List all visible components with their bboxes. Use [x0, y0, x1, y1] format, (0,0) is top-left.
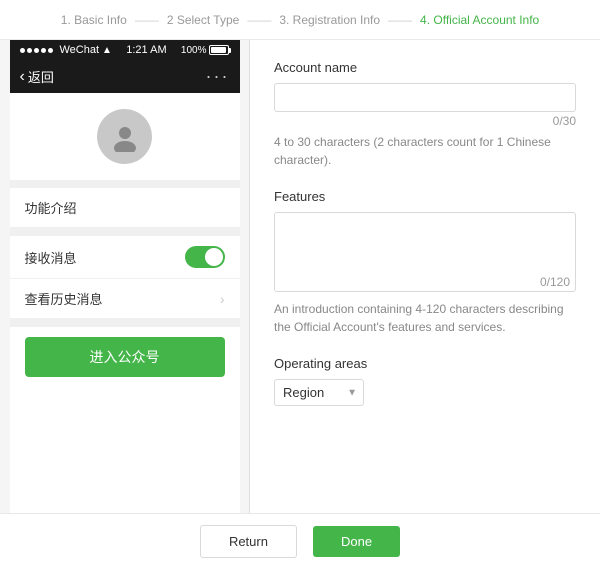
avatar-icon [110, 122, 140, 152]
nav-more-dots[interactable]: ··· [206, 66, 230, 87]
step-divider-3: —— [388, 13, 412, 27]
features-textarea[interactable] [274, 212, 576, 292]
account-name-input[interactable] [274, 83, 576, 112]
account-name-label: Account name [274, 60, 576, 75]
status-time: 1:21 AM [126, 44, 166, 56]
step-divider-1: —— [135, 13, 159, 27]
region-select[interactable]: Region China Overseas Global [274, 379, 364, 406]
avatar [97, 109, 152, 164]
bottom-bar: Return Done [0, 513, 600, 569]
account-name-group: Account name 0/30 4 to 30 characters (2 … [274, 60, 576, 169]
account-name-hint: 4 to 30 characters (2 characters count f… [274, 133, 576, 169]
back-button[interactable]: ‹ 返回 [20, 67, 54, 86]
avatar-section [10, 93, 240, 180]
step-divider-2: —— [247, 13, 271, 27]
features-hint: An introduction containing 4-120 charact… [274, 300, 576, 336]
enter-official-account-button[interactable]: 进入公众号 [25, 337, 225, 377]
battery-icon [209, 45, 229, 55]
step-1: 1. Basic Info [61, 13, 127, 27]
enter-btn-row: 进入公众号 [10, 327, 240, 387]
features-group: Features 0/120 An introduction containin… [274, 189, 576, 336]
chevron-right-icon: › [220, 291, 225, 307]
main-content: WeChat ▲ 1:21 AM 100% ‹ 返回 ·· [0, 40, 600, 513]
history-label: 查看历史消息 [25, 289, 103, 308]
return-button[interactable]: Return [200, 525, 297, 558]
messages-row: 接收消息 [10, 236, 240, 279]
features-count: 0/120 [540, 275, 570, 289]
account-name-count: 0/30 [274, 114, 576, 128]
operating-areas-group: Operating areas Region China Overseas Gl… [274, 356, 576, 406]
operating-areas-label: Operating areas [274, 356, 576, 371]
wechat-label: WeChat [60, 44, 100, 56]
feature-label: 功能介绍 [25, 198, 77, 217]
messages-label: 接收消息 [25, 248, 77, 267]
messages-toggle[interactable] [185, 246, 225, 268]
phone-nav-bar: ‹ 返回 ··· [10, 60, 240, 93]
toggle-thumb [205, 248, 223, 266]
done-button[interactable]: Done [313, 526, 400, 557]
phone-status-bar: WeChat ▲ 1:21 AM 100% [10, 40, 240, 60]
phone-divider-1 [10, 180, 240, 188]
feature-intro-row: 功能介绍 [10, 188, 240, 228]
history-row[interactable]: 查看历史消息 › [10, 279, 240, 319]
step-4: 4. Official Account Info [420, 13, 539, 27]
wifi-icon: ▲ [102, 45, 112, 56]
back-label: 返回 [28, 67, 54, 86]
back-arrow-icon: ‹ [20, 68, 25, 86]
form-panel: Account name 0/30 4 to 30 characters (2 … [250, 40, 600, 513]
features-label: Features [274, 189, 576, 204]
phone-divider-2 [10, 228, 240, 236]
phone-frame: WeChat ▲ 1:21 AM 100% ‹ 返回 ·· [10, 40, 240, 513]
step-3: 3. Registration Info [279, 13, 380, 27]
step-2: 2 Select Type [167, 13, 240, 27]
phone-divider-3 [10, 319, 240, 327]
region-select-wrapper: Region China Overseas Global ▼ [274, 379, 364, 406]
phone-panel: WeChat ▲ 1:21 AM 100% ‹ 返回 ·· [0, 40, 250, 513]
stepper: 1. Basic Info —— 2 Select Type —— 3. Reg… [0, 0, 600, 40]
battery-percent: 100% [181, 45, 207, 56]
